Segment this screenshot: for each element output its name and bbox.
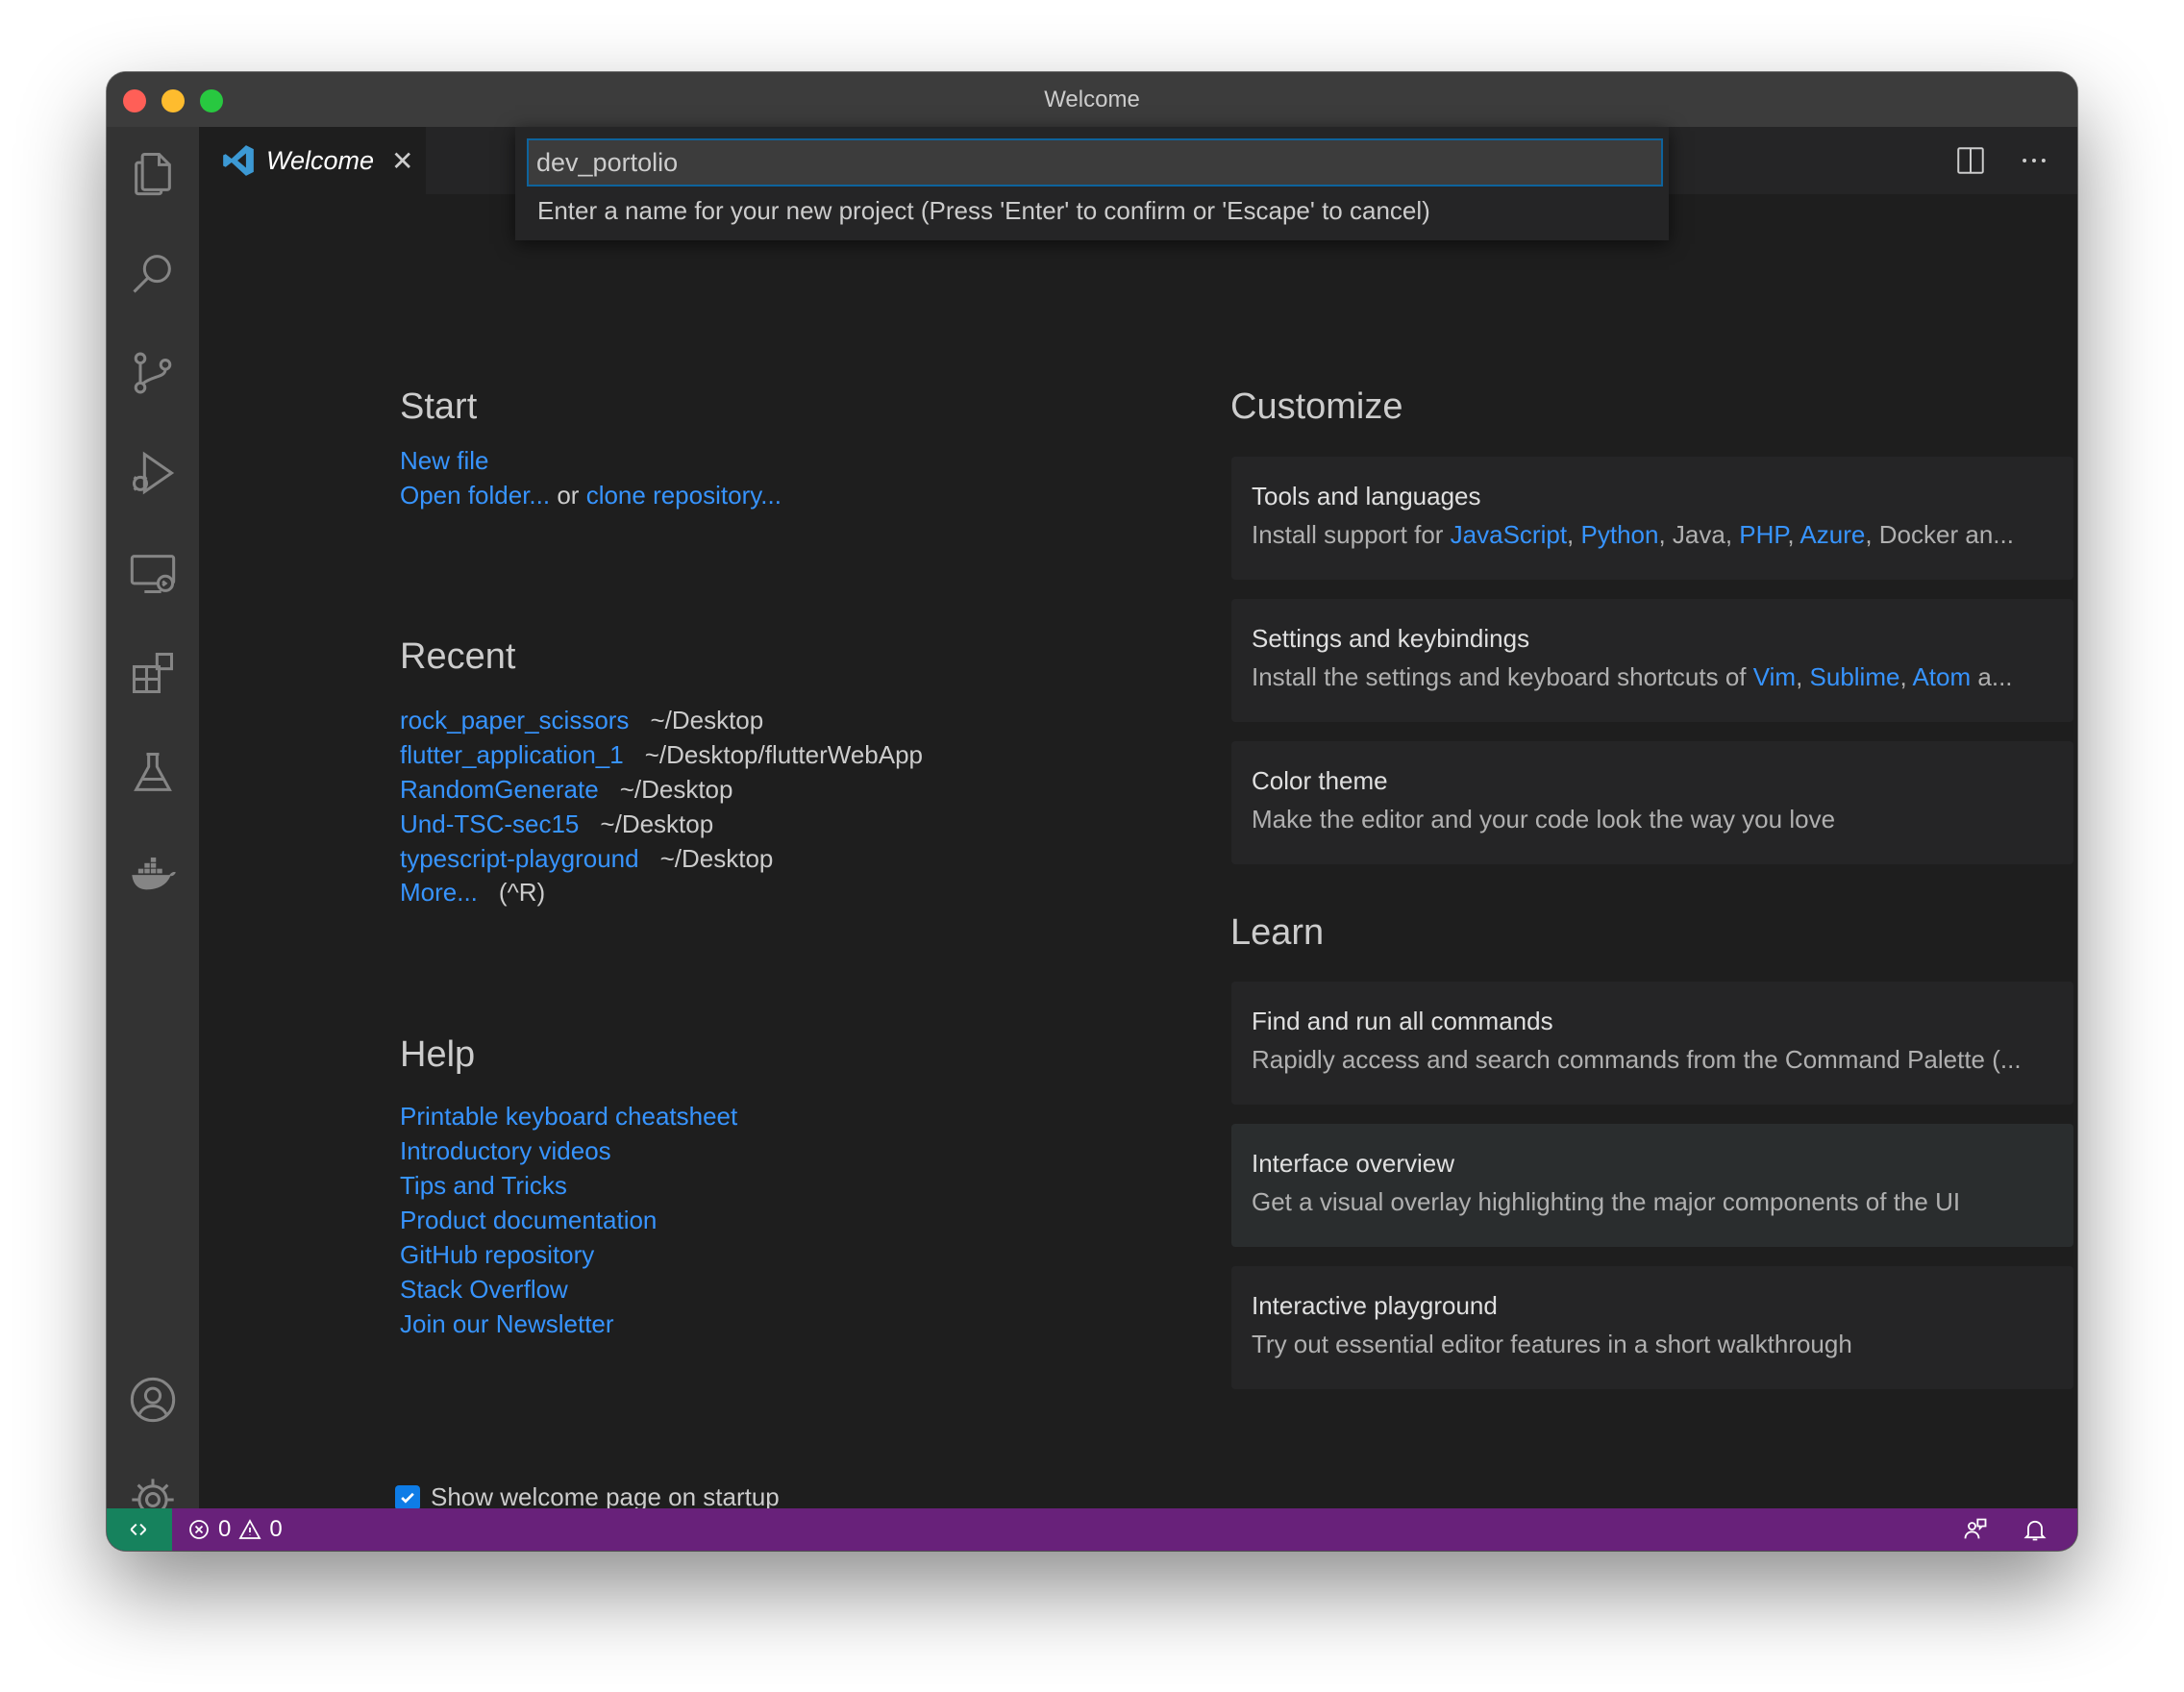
remote-indicator[interactable] [107,1508,172,1551]
or-text: or [550,481,586,510]
help-link[interactable]: GitHub repository [400,1240,594,1270]
testing-icon[interactable] [122,742,184,804]
card-find-commands[interactable]: Find and run all commands Rapidly access… [1231,982,2073,1105]
recent-heading: Recent [400,636,516,677]
javascript-link[interactable]: JavaScript [1451,520,1567,549]
help-link[interactable]: Tips and Tricks [400,1171,567,1201]
project-name-input[interactable]: dev_portolio [527,138,1663,187]
new-file-link[interactable]: New file [400,446,488,475]
window-title: Welcome [1044,86,1140,112]
card-title: Settings and keybindings [1252,624,1530,653]
recent-project-link[interactable]: rock_paper_scissors [400,706,629,734]
split-editor-icon[interactable] [1954,144,1987,177]
recent-project-link[interactable]: flutter_application_1 [400,740,624,769]
card-description: Try out essential editor features in a s… [1252,1330,1852,1358]
tab-label: Welcome [266,145,375,175]
remote-explorer-icon[interactable] [122,542,184,604]
more-actions-icon[interactable] [2018,144,2050,177]
show-on-startup-checkbox[interactable] [395,1485,420,1510]
card-description: Install support for JavaScript, Python, … [1252,520,2014,549]
search-icon[interactable] [122,242,184,304]
docker-icon[interactable] [122,842,184,904]
help-link[interactable]: Join our Newsletter [400,1309,614,1339]
help-link[interactable]: Printable keyboard cheatsheet [400,1102,737,1132]
php-link[interactable]: PHP [1739,520,1787,549]
learn-heading: Learn [1230,912,1325,953]
card-title: Color theme [1252,766,1388,795]
accounts-icon[interactable] [122,1369,184,1431]
vscode-logo-icon [223,145,254,176]
open-folder-link[interactable]: Open folder... [400,481,550,510]
remote-icon [130,1523,147,1536]
error-count: 0 [218,1516,232,1542]
start-heading: Start [400,386,478,427]
sublime-link[interactable]: Sublime [1810,662,1900,691]
more-recent-link[interactable]: More... [400,878,478,907]
activity-bar: 1 [107,127,199,1536]
quick-input: dev_portolio Enter a name for your new p… [515,127,1669,240]
tab-close-icon[interactable]: ✕ [391,145,413,177]
customize-heading: Customize [1230,386,1403,427]
recent-project-link[interactable]: RandomGenerate [400,775,599,804]
recent-project-path: ~/Desktop [659,844,774,873]
help-link[interactable]: Introductory videos [400,1136,611,1166]
files-icon[interactable] [122,142,184,204]
vscode-window: Welcome 1 [107,72,2077,1551]
help-link[interactable]: Stack Overflow [400,1275,568,1305]
atom-link[interactable]: Atom [1912,662,1971,691]
card-color-theme[interactable]: Color theme Make the editor and your cod… [1231,741,2073,864]
card-settings-keybindings[interactable]: Settings and keybindings Install the set… [1231,599,2073,722]
vim-link[interactable]: Vim [1753,662,1796,691]
recent-project-path: ~/Desktop [619,775,733,804]
error-icon [189,1520,209,1539]
more-shortcut: (^R) [498,878,546,907]
recent-item: typescript-playground ~/Desktop [400,844,773,874]
close-window-button[interactable] [123,89,146,112]
card-tools-languages[interactable]: Tools and languages Install support for … [1231,457,2073,580]
warning-count: 0 [269,1516,283,1542]
recent-project-link[interactable]: Und-TSC-sec15 [400,809,579,838]
card-description: Get a visual overlay highlighting the ma… [1252,1187,1961,1216]
card-title: Tools and languages [1252,482,1481,510]
tab-welcome[interactable]: Welcome ✕ [199,127,426,194]
recent-project-path: ~/Desktop [600,809,714,838]
help-link[interactable]: Product documentation [400,1206,657,1235]
title-bar: Welcome [107,72,2077,127]
source-control-icon[interactable] [122,342,184,404]
python-link[interactable]: Python [1581,520,1659,549]
recent-project-path: ~/Desktop [650,706,764,734]
notifications-bell-icon[interactable] [2022,1516,2048,1543]
card-title: Find and run all commands [1252,1007,1553,1035]
welcome-page: Start New file Open folder... or clone r… [199,194,2077,1511]
card-title: Interactive playground [1252,1291,1498,1320]
recent-project-link[interactable]: typescript-playground [400,844,639,873]
help-heading: Help [400,1034,476,1075]
card-description: Install the settings and keyboard shortc… [1252,662,2013,691]
card-title: Interface overview [1252,1149,1454,1178]
azure-link[interactable]: Azure [1799,520,1865,549]
clone-repository-link[interactable]: clone repository... [586,481,782,510]
recent-item: flutter_application_1 ~/Desktop/flutterWe… [400,740,923,770]
recent-project-path: ~/Desktop/flutterWebApp [644,740,924,769]
recent-item: Und-TSC-sec15 ~/Desktop [400,809,713,839]
run-debug-icon[interactable] [122,442,184,504]
card-description: Make the editor and your code look the w… [1252,805,1836,834]
recent-item: RandomGenerate ~/Desktop [400,775,732,805]
recent-item: rock_paper_scissors ~/Desktop [400,706,763,735]
card-interactive-playground[interactable]: Interactive playground Try out essential… [1231,1266,2073,1389]
extensions-icon[interactable] [122,642,184,704]
maximize-window-button[interactable] [200,89,223,112]
status-bar: 0 0 [107,1508,2077,1551]
card-interface-overview[interactable]: Interface overview Get a visual overlay … [1231,1124,2073,1247]
problems-indicator[interactable]: 0 0 [187,1508,283,1551]
feedback-icon[interactable] [1962,1516,1989,1543]
minimize-window-button[interactable] [161,89,185,112]
card-description: Rapidly access and search commands from … [1252,1045,2022,1074]
warning-icon [238,1519,261,1539]
quick-input-message: Enter a name for your new project (Press… [537,196,1430,225]
